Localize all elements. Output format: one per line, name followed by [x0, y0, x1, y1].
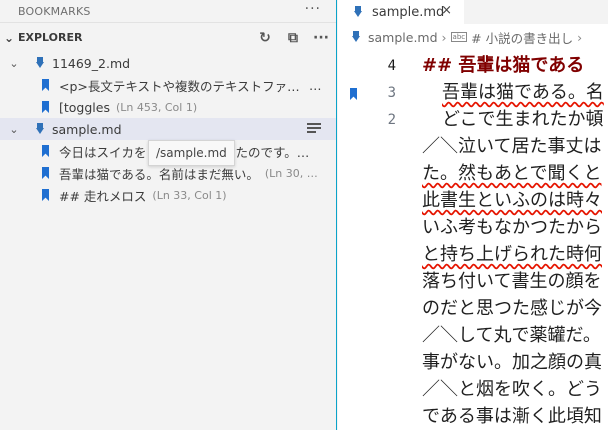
- code-line: 落ち付いて書生の顔を: [422, 271, 602, 292]
- markdown-file-icon: [34, 56, 46, 70]
- code-line: いふ考もなかつたから: [422, 217, 602, 238]
- bookmark-file-node[interactable]: ⌄ 11469_2.md: [0, 52, 337, 74]
- refresh-icon[interactable]: ↻: [255, 29, 275, 47]
- explorer-actions: ↻ ⧉ ···: [255, 29, 331, 47]
- code-line: ／＼泣いて居た事丈は: [422, 136, 602, 157]
- line-number: 3: [387, 85, 396, 101]
- close-icon[interactable]: ×: [441, 3, 452, 18]
- sidebar: BOOKMARKS ··· ⌄ EXPLORER ↻ ⧉ ··· ⌄ 11469…: [0, 0, 337, 430]
- hover-tooltip: /sample.md: [148, 140, 235, 166]
- breadcrumb-section[interactable]: # 小説の書き出し: [471, 28, 573, 47]
- editor: sample.md × sample.md › abc # 小説の書き出し › …: [338, 0, 608, 430]
- line-number: 4: [387, 58, 396, 74]
- code-line: ## 吾輩は猫である: [422, 55, 585, 76]
- bookmark-file-node[interactable]: ⌄ sample.md: [0, 118, 337, 140]
- bookmark-icon: [42, 101, 49, 113]
- bookmark-text: ## 走れメロス: [59, 188, 147, 204]
- more-icon[interactable]: ···: [311, 29, 331, 47]
- code-area[interactable]: 4 3 2 ## 吾輩は猫である 吾輩は猫である。名 どこで生まれたか頓 ／＼泣…: [338, 50, 608, 430]
- bookmark-item[interactable]: ## 走れメロス (Ln 33, Col 1): [0, 184, 337, 206]
- code-line: 事がない。加之顔の真: [422, 352, 602, 373]
- bookmarks-panel-header[interactable]: BOOKMARKS ···: [0, 0, 337, 22]
- bookmark-icon: [42, 189, 49, 201]
- bookmark-icon: [42, 79, 49, 91]
- breadcrumb-separator: ›: [577, 29, 583, 45]
- tab-label: sample.md: [372, 4, 445, 20]
- code-line: どこで生まれたか頓: [442, 109, 604, 130]
- bookmark-text: [toggles: [59, 99, 110, 115]
- file-name: 11469_2.md: [52, 55, 131, 71]
- file-name: sample.md: [52, 121, 122, 137]
- chevron-down-icon[interactable]: ⌄: [6, 123, 22, 136]
- breadcrumb-separator: ›: [441, 29, 447, 45]
- bookmark-icon: [42, 167, 49, 179]
- bookmark-location: (Ln 453, Col 1): [115, 100, 198, 114]
- bookmark-text: 吾輩は猫である。名前はまだ無い。: [59, 166, 259, 182]
- markdown-file-icon: [352, 5, 364, 19]
- markdown-file-icon: [34, 122, 46, 136]
- bookmark-text-tail: たのです。…: [235, 144, 310, 160]
- code-line: ／＼して丸で薬罐だ。: [422, 325, 601, 346]
- bookmarks-title: BOOKMARKS: [18, 4, 91, 18]
- bookmark-location: (Ln 30, Col 1): [264, 166, 325, 180]
- string-symbol-icon: abc: [450, 32, 468, 42]
- code-line: 吾輩は猫である。名: [442, 82, 604, 103]
- chevron-down-icon[interactable]: ⌄: [0, 31, 18, 45]
- bookmark-item[interactable]: <p>長文テキストや複数のテキストファイル …: [0, 74, 337, 96]
- code-line: のだと思つた感じが今: [422, 298, 602, 319]
- tab-bar: sample.md ×: [338, 0, 608, 24]
- bookmark-location: (Ln 33, Col 1): [152, 188, 227, 202]
- bookmark-text: 今日はスイカを: [59, 144, 147, 160]
- breadcrumb: sample.md › abc # 小説の書き出し ›: [338, 24, 608, 50]
- code-line: た。然もあとで聞くと: [422, 163, 602, 184]
- bookmark-icon: [42, 145, 49, 157]
- code-line: と持ち上げられた時何: [422, 244, 602, 265]
- bookmark-item[interactable]: [toggles (Ln 453, Col 1): [0, 96, 337, 118]
- collapse-all-icon[interactable]: ⧉: [283, 29, 303, 47]
- line-number: 2: [387, 112, 396, 128]
- more-icon[interactable]: ···: [305, 1, 321, 17]
- markdown-file-icon: [350, 30, 362, 44]
- code-line: 此書生といふのは時々: [422, 190, 602, 211]
- explorer-title: EXPLORER: [18, 31, 83, 44]
- breadcrumb-file[interactable]: sample.md: [368, 30, 438, 45]
- chevron-down-icon[interactable]: ⌄: [6, 57, 22, 70]
- code-line: である事は漸く此頃知: [422, 406, 602, 427]
- code-line: ／＼と烟を吹く。どう: [422, 379, 602, 400]
- bookmark-text: <p>長文テキストや複数のテキストファイル: [59, 78, 309, 94]
- tab-sample-md[interactable]: sample.md ×: [338, 0, 464, 24]
- clear-bookmarks-icon[interactable]: [307, 123, 321, 135]
- explorer-header[interactable]: ⌄ EXPLORER ↻ ⧉ ···: [0, 22, 337, 52]
